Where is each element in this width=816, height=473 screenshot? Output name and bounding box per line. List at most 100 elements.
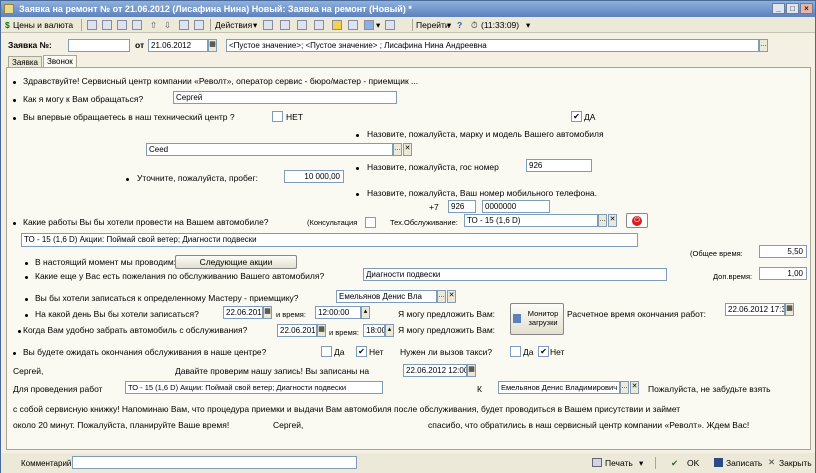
no-checkbox[interactable] (272, 111, 283, 122)
calendar-icon[interactable]: ▦ (317, 324, 326, 337)
phone-code-input[interactable]: 926 (448, 200, 476, 213)
ok-icon[interactable]: ✔ (671, 458, 678, 469)
reset-button[interactable]: ⏻ (626, 213, 648, 228)
goto-menu[interactable]: Перейти (416, 18, 450, 32)
works-label: Какие работы Вы бы хотели провести на Ва… (23, 217, 269, 227)
clear-icon[interactable]: ✕ (403, 143, 412, 156)
edit-row-icon[interactable] (117, 20, 127, 30)
print-button[interactable]: Печать (605, 458, 633, 469)
help-icon[interactable]: ? (457, 18, 462, 32)
date-input[interactable]: 21.06.2012 (148, 39, 208, 52)
time-label[interactable]: (11:33:09) (481, 18, 519, 32)
customer-name-input[interactable]: Сергей (173, 91, 397, 104)
calendar-icon[interactable]: ▦ (467, 364, 476, 377)
ellipsis-button[interactable]: … (759, 39, 768, 52)
chevron-down-icon[interactable]: ▾ (447, 18, 451, 32)
maximize-button[interactable]: □ (786, 3, 799, 14)
mileage-input[interactable]: 10 000,00 (284, 170, 344, 183)
wait-yes-checkbox[interactable] (321, 346, 332, 357)
save-button[interactable]: Записать (726, 458, 762, 469)
calc-end-input[interactable]: 22.06.2012 17:30 (725, 303, 785, 316)
wishes-input[interactable]: Диагности подвески (363, 268, 667, 281)
unpost-icon[interactable] (280, 20, 290, 30)
offer-label: Я могу предложить Вам: (398, 309, 496, 319)
bullet (13, 99, 16, 102)
wait-no-checkbox[interactable]: ✔ (356, 346, 367, 357)
clock-icon[interactable]: ⏱ (471, 18, 478, 32)
sort-asc-icon[interactable] (179, 20, 189, 30)
post-icon[interactable] (263, 20, 273, 30)
minimize-button[interactable]: _ (772, 3, 785, 14)
sort-desc-icon[interactable] (194, 20, 204, 30)
consultation-checkbox[interactable] (365, 217, 376, 228)
taxi-yes-checkbox[interactable] (510, 346, 521, 357)
organization-field[interactable]: <Пустое значение>; <Пустое значение> ; Л… (226, 39, 759, 52)
chevron-down-icon[interactable]: ▾ (526, 18, 530, 32)
printer-icon[interactable] (592, 458, 602, 467)
clear-icon[interactable]: ✕ (608, 214, 617, 227)
actions-menu[interactable]: Действия (215, 18, 252, 32)
calendar-icon[interactable]: ▦ (785, 303, 794, 316)
ellipsis-button[interactable]: … (598, 214, 607, 227)
find-icon[interactable] (332, 20, 342, 30)
report-icon[interactable] (348, 20, 358, 30)
plate-input[interactable]: 926 (526, 159, 592, 172)
total-time-input[interactable]: 5,50 (759, 245, 807, 258)
pickup-time-input[interactable]: 18:00:00 (363, 324, 385, 337)
time-label: и время: (329, 328, 359, 337)
structure-icon[interactable] (297, 20, 307, 30)
taxi-no-label: Нет (550, 347, 565, 357)
ellipsis-button[interactable]: … (620, 381, 629, 394)
arrow-down-icon[interactable]: ⇩ (164, 18, 171, 32)
close-icon[interactable]: ✕ (768, 457, 775, 468)
wishes-label: Какие еще у Вас есть пожелания по обслуж… (35, 271, 325, 281)
arrow-up-icon[interactable]: ⇧ (150, 18, 157, 32)
ok-button[interactable]: OK (687, 458, 699, 469)
booking-datetime-input[interactable]: 22.06.2012 12:00:00 (403, 364, 467, 377)
movements-icon[interactable] (314, 20, 324, 30)
delete-row-icon[interactable] (132, 20, 142, 30)
car-model-input[interactable]: Ceed (146, 143, 393, 156)
maintenance-input[interactable]: ТО - 15 (1,6 D) (464, 214, 598, 227)
next-promos-button[interactable]: Следующие акции (175, 255, 297, 269)
chevron-down-icon[interactable]: ▾ (376, 18, 380, 32)
comment-input[interactable] (72, 456, 357, 469)
chevron-down-icon[interactable]: ▾ (639, 458, 643, 469)
clear-icon[interactable]: ✕ (630, 381, 639, 394)
spin-icon[interactable]: ▴ (385, 324, 394, 337)
master-input[interactable]: Емельянов Денис Вла (336, 290, 437, 303)
separator (81, 19, 82, 31)
calendar-icon[interactable]: ▦ (263, 306, 272, 319)
spin-icon[interactable]: ▴ (361, 306, 370, 319)
booked-master-field[interactable]: Емельянов Денис Владимирович (498, 381, 620, 394)
pickup-date-input[interactable]: 22.06.2012 (277, 324, 317, 337)
separator (655, 457, 656, 469)
save-icon[interactable] (714, 458, 723, 467)
print-preview-icon[interactable] (385, 20, 395, 30)
ellipsis-button[interactable]: … (437, 290, 446, 303)
bullet (13, 222, 16, 225)
close-window-button[interactable]: × (800, 3, 813, 14)
thank-you-text: спасибо, что обратились в наш сервисный … (428, 420, 750, 430)
dollar-icon[interactable]: $ (5, 18, 10, 32)
works-summary-field[interactable]: ТО - 15 (1,6 D) Акции: Поймай свой ветер… (21, 233, 638, 247)
add-row-icon[interactable] (87, 20, 97, 30)
request-number-input[interactable] (68, 39, 130, 52)
ellipsis-button[interactable]: … (393, 143, 402, 156)
close-button[interactable]: Закрыть (779, 458, 812, 469)
load-monitor-button[interactable]: Монитор загрузки (510, 303, 564, 335)
taxi-no-checkbox[interactable]: ✔ (538, 346, 549, 357)
yes-checkbox[interactable]: ✔ (571, 111, 582, 122)
chevron-down-icon[interactable]: ▾ (253, 18, 257, 32)
day-input[interactable]: 22.06.2012 (223, 306, 263, 319)
bullet (13, 81, 16, 84)
calendar-icon[interactable]: ▦ (208, 39, 217, 52)
extra-time-input[interactable]: 1,00 (759, 267, 807, 280)
clear-icon[interactable]: ✕ (447, 290, 456, 303)
day-time-input[interactable]: 12:00:00 (315, 306, 361, 319)
booked-works-field[interactable]: ТО - 15 (1,6 D) Акции: Поймай свой ветер… (125, 381, 383, 394)
phone-number-input[interactable]: 0000000 (482, 200, 550, 213)
based-on-icon[interactable] (364, 20, 374, 30)
prices-button[interactable]: Цены и валюта (13, 18, 73, 32)
copy-row-icon[interactable] (102, 20, 112, 30)
